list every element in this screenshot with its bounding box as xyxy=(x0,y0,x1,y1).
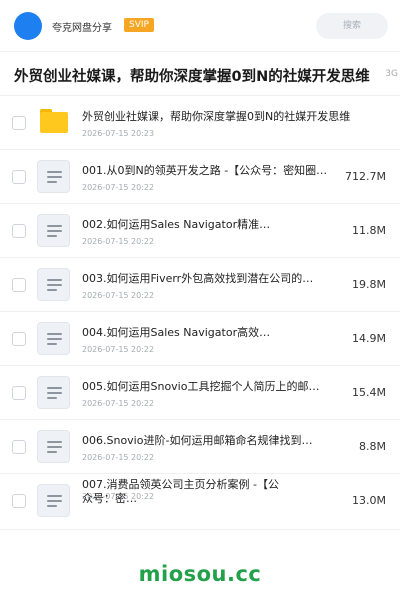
document-icon xyxy=(37,484,70,517)
file-name: 001.从0到N的领英开发之路 -【公众号：密知圈… xyxy=(82,164,328,177)
list-item[interactable]: 002.如何运用Sales Navigator精准… 2026-07-15 20… xyxy=(0,204,400,258)
file-date: 2026-07-15 20:22 xyxy=(82,453,155,462)
checkbox[interactable] xyxy=(12,224,26,238)
file-size: 11.8M xyxy=(352,224,386,237)
watermark: miosou.cc xyxy=(138,562,262,586)
checkbox[interactable] xyxy=(12,278,26,292)
title-tail: 3G xyxy=(383,69,398,79)
checkbox[interactable] xyxy=(12,494,26,508)
file-name: 004.如何运用Sales Navigator高效… xyxy=(82,326,271,339)
app-name: 夸克网盘分享 xyxy=(52,23,112,34)
file-date: 2026-07-15 20:22 xyxy=(82,345,155,354)
file-name: 002.如何运用Sales Navigator精准… xyxy=(82,218,271,231)
file-date: 2026-07-15 20:22 xyxy=(82,183,155,192)
list-item[interactable]: 004.如何运用Sales Navigator高效… 2026-07-15 20… xyxy=(0,312,400,366)
file-size: 14.9M xyxy=(352,332,386,345)
file-size: 712.7M xyxy=(345,170,386,183)
list-item[interactable]: 003.如何运用Fiverr外包高效找到潜在公司的… 2026-07-15 20… xyxy=(0,258,400,312)
top-header: 夸克网盘分享 SVIP 搜索 xyxy=(0,0,400,52)
file-date: 2026-07-15 20:22 xyxy=(82,399,155,408)
file-name: 外贸创业社媒课，帮助你深度掌握0到N的社媒开发思维 xyxy=(82,110,351,123)
list-item[interactable]: 001.从0到N的领英开发之路 -【公众号：密知圈… 2026-07-15 20… xyxy=(0,150,400,204)
document-icon xyxy=(37,430,70,463)
list-item[interactable]: 2026-07-15 20:22 007.消费品领英公司主页分析案例 -【公众号… xyxy=(0,474,400,530)
document-icon xyxy=(37,214,70,247)
file-name: 003.如何运用Fiverr外包高效找到潜在公司的… xyxy=(82,272,314,285)
file-name: 007.消费品领英公司主页分析案例 -【公众号：密… xyxy=(82,478,279,505)
checkbox[interactable] xyxy=(12,170,26,184)
list-item[interactable]: 外贸创业社媒课，帮助你深度掌握0到N的社媒开发思维 2026-07-15 20:… xyxy=(0,96,400,150)
checkbox[interactable] xyxy=(12,332,26,346)
document-icon xyxy=(37,268,70,301)
file-name: 005.如何运用Snovio工具挖掘个人简历上的邮… xyxy=(82,380,320,393)
title-bar: 外贸创业社媒课，帮助你深度掌握0到N的社媒开发思维 3G xyxy=(0,52,400,96)
file-size: 19.8M xyxy=(352,278,386,291)
avatar[interactable] xyxy=(14,12,42,40)
file-size: 8.8M xyxy=(359,440,386,453)
svip-badge: SVIP xyxy=(124,18,154,32)
list-item[interactable]: 005.如何运用Snovio工具挖掘个人简历上的邮… 2026-07-15 20… xyxy=(0,366,400,420)
file-size: 15.4M xyxy=(352,386,386,399)
file-date: 2026-07-15 20:22 xyxy=(82,237,155,246)
search-input[interactable]: 搜索 xyxy=(316,13,388,39)
document-icon xyxy=(37,376,70,409)
page-title: 外贸创业社媒课，帮助你深度掌握0到N的社媒开发思维 xyxy=(14,69,370,85)
file-list: 外贸创业社媒课，帮助你深度掌握0到N的社媒开发思维 2026-07-15 20:… xyxy=(0,96,400,530)
folder-icon xyxy=(40,109,68,133)
document-icon xyxy=(37,322,70,355)
file-size: 13.0M xyxy=(352,494,386,507)
checkbox[interactable] xyxy=(12,386,26,400)
file-date: 2026-07-15 20:23 xyxy=(82,129,155,138)
file-date: 2026-07-15 20:22 xyxy=(82,291,155,300)
file-name: 006.Snovio进阶-如何运用邮箱命名规律找到… xyxy=(82,434,313,447)
list-item[interactable]: 006.Snovio进阶-如何运用邮箱命名规律找到… 2026-07-15 20… xyxy=(0,420,400,474)
checkbox[interactable] xyxy=(12,440,26,454)
checkbox[interactable] xyxy=(12,116,26,130)
document-icon xyxy=(37,160,70,193)
